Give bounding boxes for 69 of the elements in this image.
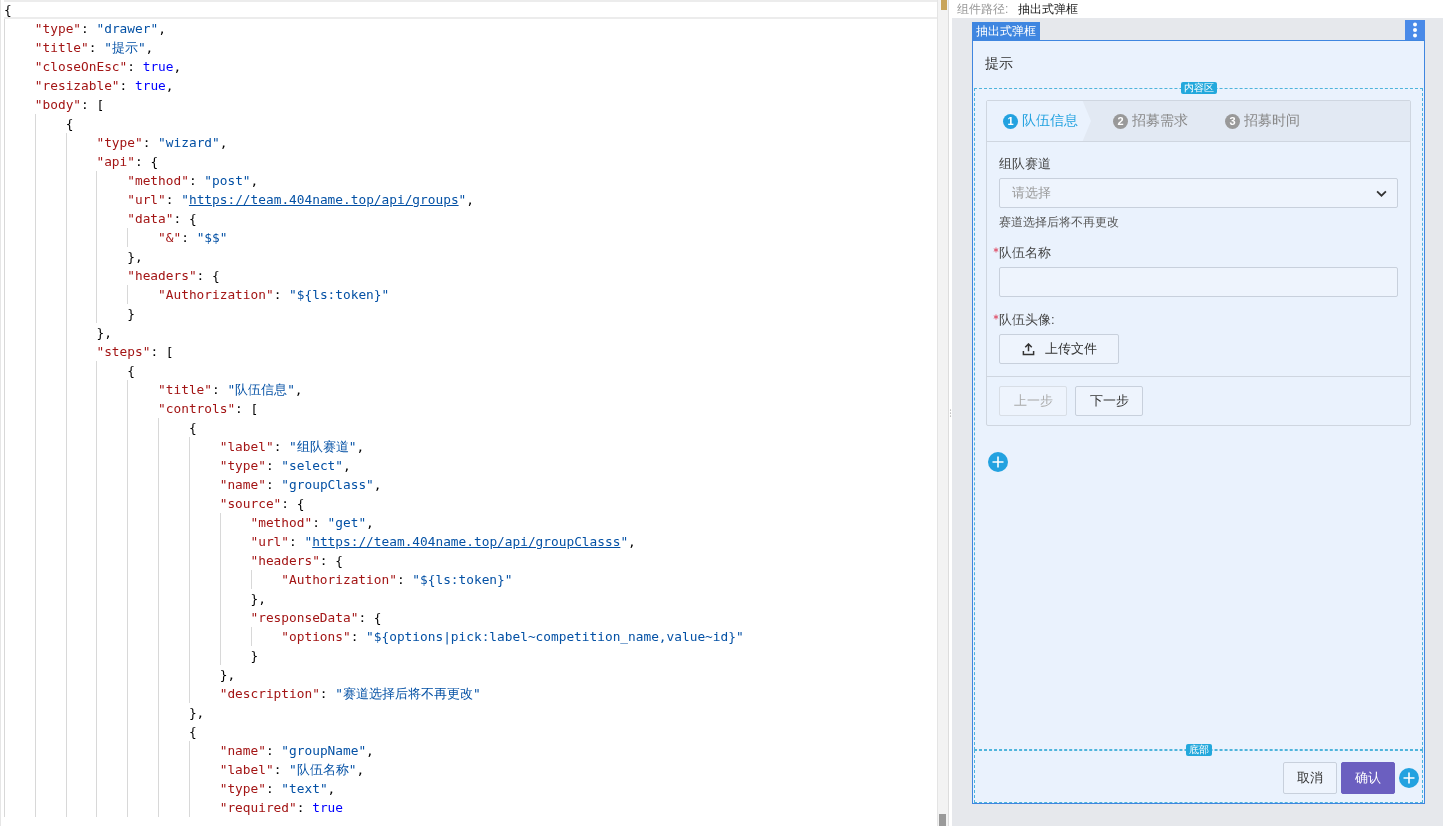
code-line: }, — [127, 248, 143, 266]
code-line: }, — [250, 590, 266, 608]
code-line: } — [127, 305, 135, 323]
code-line: }, — [219, 666, 236, 684]
code-line: "controls": [ — [158, 400, 259, 418]
field-label: 队伍头像: — [999, 311, 1055, 329]
code-line: "headers": { — [250, 552, 343, 570]
code-line: "&": "$$" — [158, 229, 228, 247]
upload-icon — [1021, 342, 1035, 356]
code-line: { — [4, 2, 12, 17]
code-line: "title": "队伍信息", — [158, 381, 303, 399]
field-label: 队伍名称 — [999, 244, 1051, 262]
code-line: "body": [ — [34, 96, 105, 114]
breadcrumb-label: 组件路径: — [957, 0, 1009, 18]
region-tag: 底部 — [1185, 744, 1212, 756]
step-button[interactable]: 下一步 — [1075, 386, 1143, 416]
more-icon[interactable] — [1405, 20, 1425, 40]
code-line: { — [188, 723, 197, 741]
code-line: "data": { — [127, 210, 197, 228]
text-field[interactable] — [999, 267, 1398, 297]
code-line: "Authorization": "${ls:token}" — [281, 571, 513, 589]
wizard-step[interactable]: 3 招募时间 — [1209, 101, 1313, 141]
field-description: 赛道选择后将不再更改 — [999, 215, 1120, 230]
code-line: "method": "get", — [250, 514, 374, 532]
code-line: "required": true — [219, 799, 343, 817]
code-line: "title": "提示", — [34, 39, 154, 57]
breadcrumb-link[interactable]: 抽出式弹框 — [1018, 0, 1079, 18]
code-line: "name": "groupName", — [219, 742, 374, 760]
code-line: "type": "wizard", — [96, 134, 228, 152]
code-link[interactable]: https://team.404name.top/api/groups — [188, 192, 459, 207]
code-line: "method": "post", — [127, 172, 259, 190]
code-line: "resizable": true, — [34, 77, 174, 95]
code-line: "description": "赛道选择后将不再更改" — [219, 685, 481, 703]
upload-button[interactable]: 上传文件 — [999, 334, 1119, 364]
field-label: 组队赛道 — [999, 155, 1051, 173]
code-line: { — [65, 115, 74, 133]
select-field[interactable]: 请选择 — [999, 178, 1398, 208]
code-line: "api": { — [96, 153, 159, 171]
drawer-title: 提示 — [984, 54, 1014, 73]
wizard-step[interactable]: 2 招募需求 — [1091, 101, 1209, 141]
code-line: "source": { — [219, 495, 305, 513]
code-line: }, — [188, 704, 205, 722]
code-line: { — [127, 362, 135, 380]
region-tag: 内容区 — [1180, 82, 1217, 94]
confirm-button[interactable]: 确认 — [1341, 762, 1395, 794]
code-line: "url": "https://team.404name.top/api/groups", — [127, 191, 475, 209]
code-line: }, — [96, 324, 112, 342]
code-line: "headers": { — [127, 267, 220, 285]
component-tag[interactable]: 抽出式弹框 — [972, 22, 1040, 40]
code-line: "responseData": { — [250, 609, 382, 627]
code-line: "label": "组队赛道", — [219, 438, 365, 456]
code-line: "name": "groupClass", — [219, 476, 382, 494]
code-line: "url": "https://team.404name.top/api/groupClasss", — [250, 533, 636, 551]
code-link[interactable]: https://team.404name.top/api/groupClasss — [312, 534, 621, 549]
code-line: "Authorization": "${ls:token}" — [158, 286, 390, 304]
code-line: "type": "select", — [219, 457, 351, 475]
code-line: "label": "队伍名称", — [219, 761, 365, 779]
add-icon[interactable] — [988, 452, 1008, 472]
add-icon[interactable] — [1399, 768, 1419, 788]
code-line: "type": "drawer", — [34, 20, 166, 38]
code-line: "options": "${options|pick:label~competition_name,value~id}" — [281, 628, 744, 646]
code-line: } — [250, 647, 259, 665]
code-line: { — [188, 419, 197, 437]
chevron-down-icon — [1376, 189, 1387, 197]
code-line: "closeOnEsc": true, — [34, 58, 182, 76]
wizard-step[interactable]: 1 队伍信息 — [987, 101, 1091, 141]
cancel-button[interactable]: 取消 — [1283, 762, 1337, 794]
code-line: "type": "text", — [219, 780, 336, 798]
code-line: "steps": [ — [96, 343, 174, 361]
